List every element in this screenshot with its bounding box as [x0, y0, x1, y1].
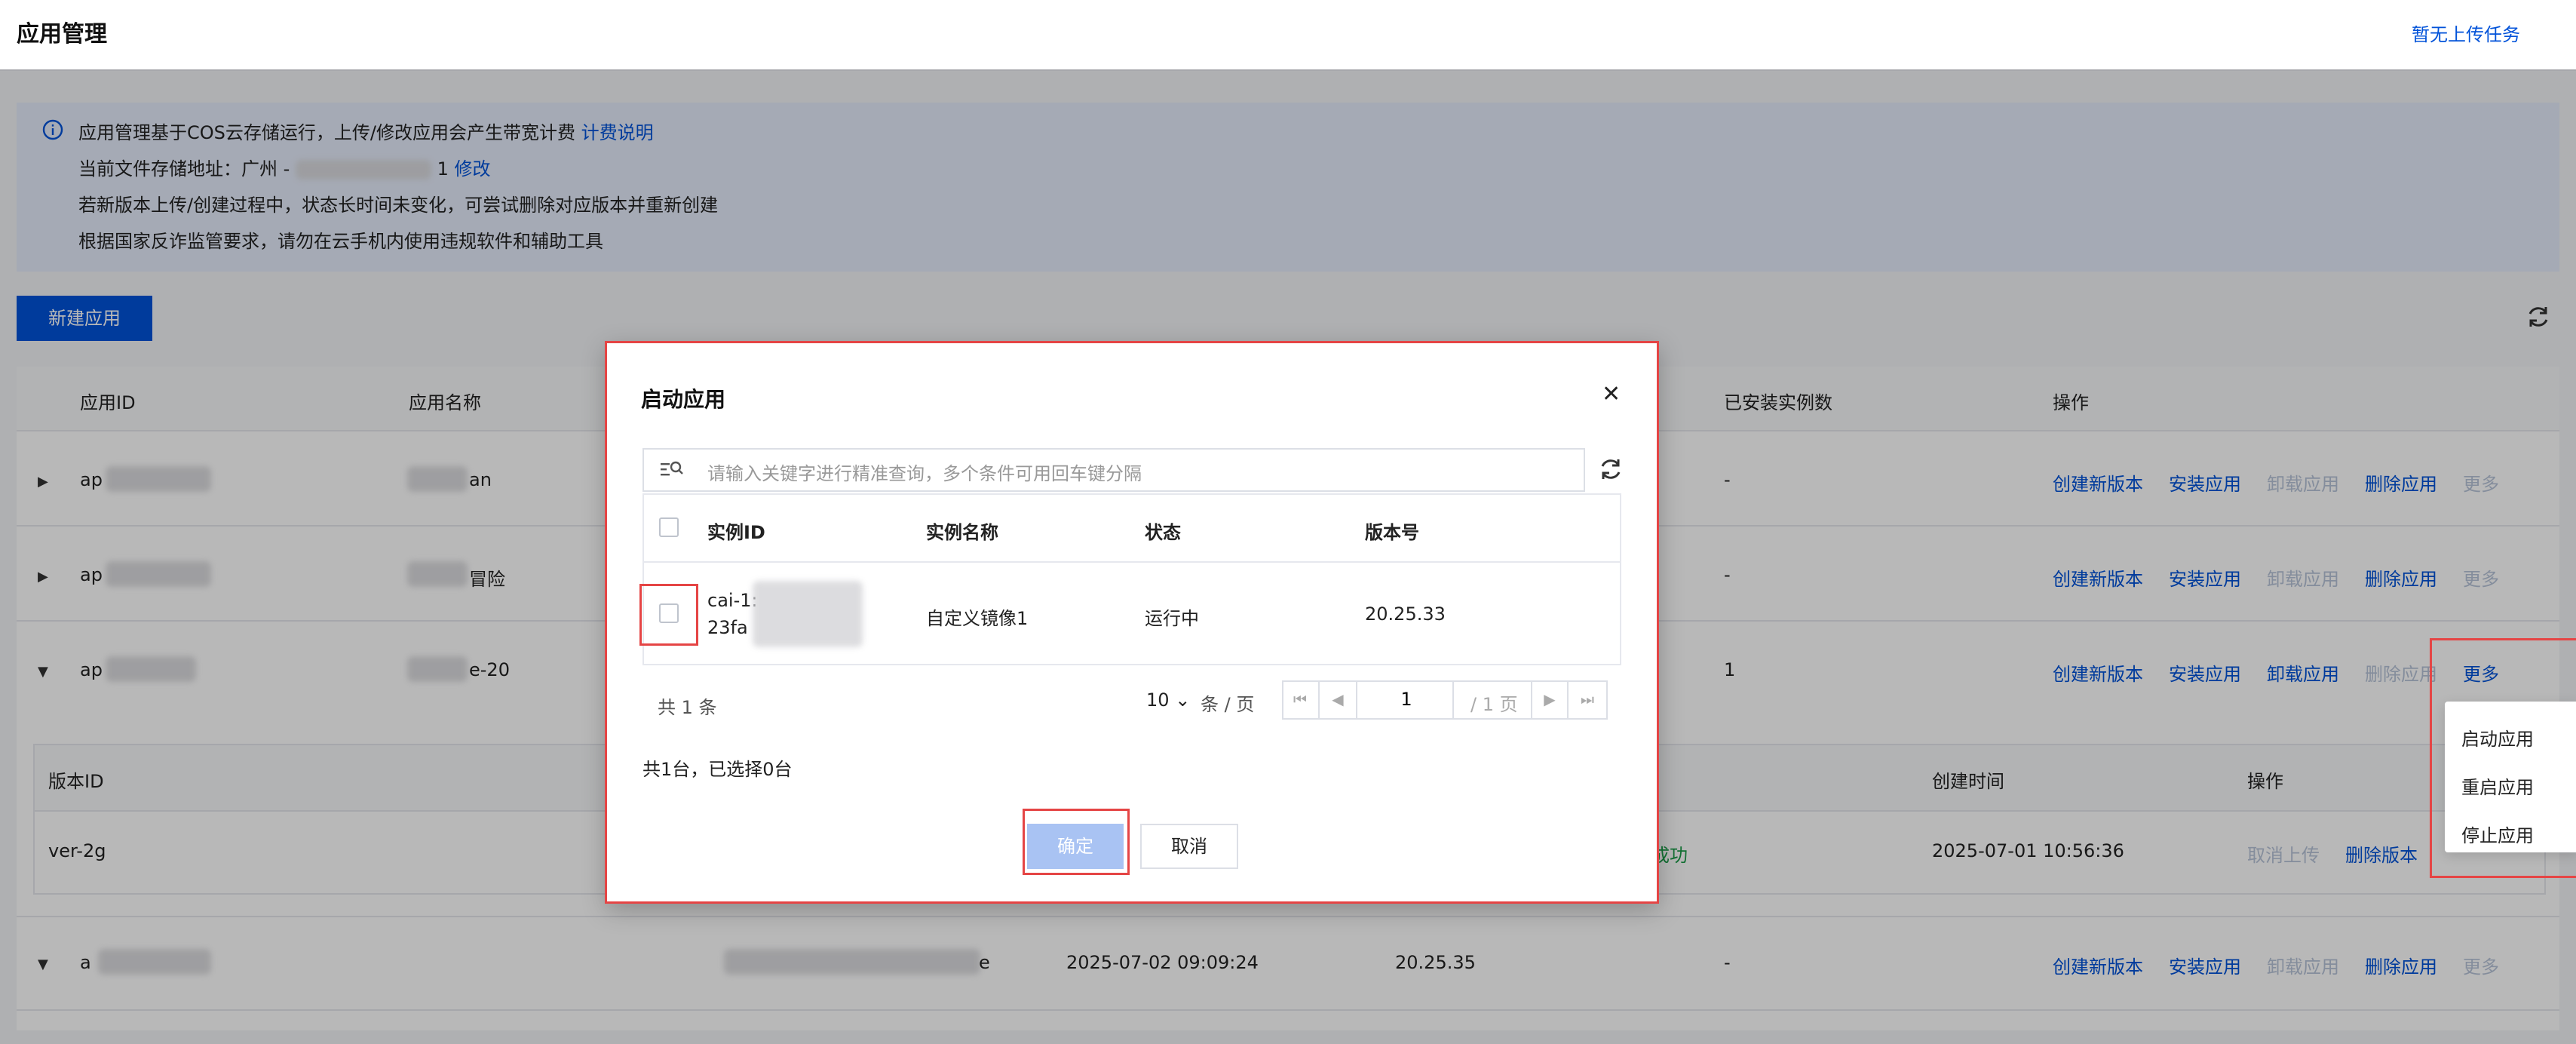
close-icon[interactable]: ✕ [1602, 383, 1624, 406]
instance-name: 自定义镜像1 [926, 608, 1029, 629]
first-page-icon[interactable]: ⏮ [1282, 680, 1320, 720]
modal-title: 启动应用 [641, 387, 726, 412]
select-all-checkbox[interactable] [659, 517, 679, 537]
instance-id-line1: cai-1: [707, 590, 758, 611]
refresh-icon[interactable] [1597, 456, 1624, 483]
page-size-unit: 条 / 页 [1201, 694, 1255, 715]
page-title: 应用管理 [17, 21, 107, 48]
top-bar [0, 0, 2576, 71]
filter-search-icon [661, 461, 683, 476]
selection-summary: 共1台，已选择0台 [642, 759, 793, 780]
page-number-input[interactable]: 1 [1360, 680, 1454, 720]
instance-id-line2: 23fa [707, 617, 748, 638]
cancel-button[interactable]: 取消 [1140, 824, 1238, 869]
instance-version: 20.25.33 [1365, 603, 1446, 625]
next-page-icon[interactable]: ▶ [1531, 680, 1569, 720]
prev-page-icon[interactable]: ◀ [1320, 680, 1357, 720]
search-placeholder: 请输入关键字进行精准查询，多个条件可用回车键分隔 [707, 463, 1142, 484]
highlight-box [1023, 809, 1130, 875]
last-page-icon[interactable]: ⏭ [1569, 680, 1606, 720]
col-version: 版本号 [1365, 522, 1419, 543]
page-size-select[interactable]: 10 ⌄ [1146, 689, 1190, 711]
instance-table-header-divider [642, 561, 1621, 563]
highlight-box [2430, 638, 2576, 878]
chevron-down-icon: ⌄ [1175, 689, 1191, 711]
redacted-instance-id [753, 581, 863, 647]
total-count: 共 1 条 [658, 697, 717, 718]
instance-status: 运行中 [1145, 608, 1199, 629]
col-instance-id: 实例ID [707, 522, 765, 543]
highlight-box [639, 584, 698, 646]
upload-tasks-link[interactable]: 暂无上传任务 [2412, 20, 2520, 46]
col-status: 状态 [1145, 522, 1181, 543]
col-instance-name: 实例名称 [926, 522, 998, 543]
page-of-label: / 1 页 [1470, 694, 1518, 715]
